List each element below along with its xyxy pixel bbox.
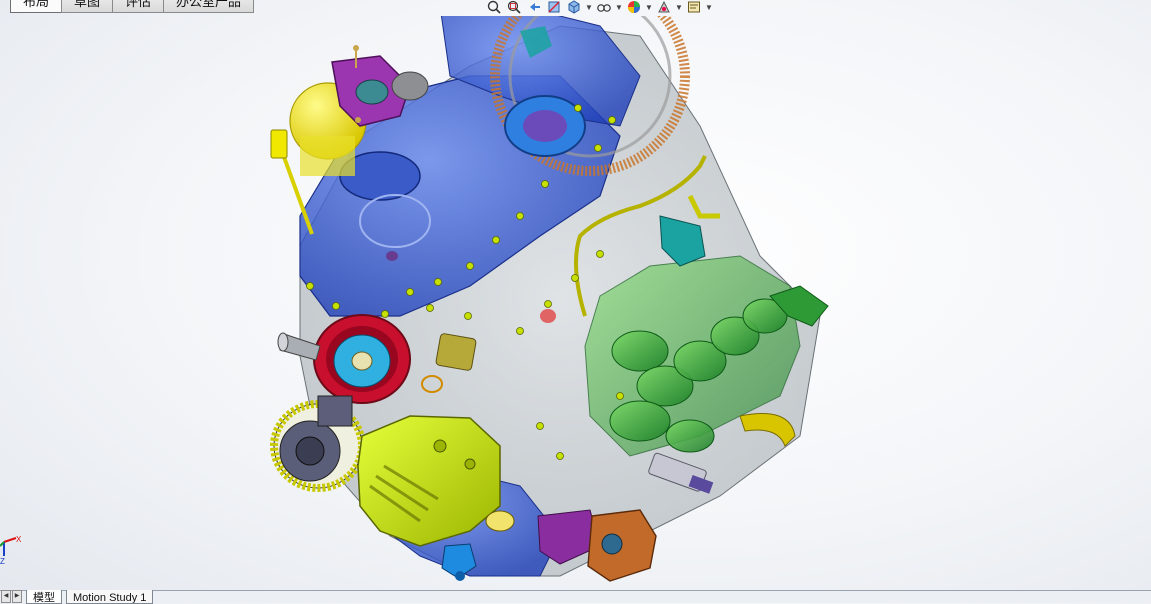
chevron-down-icon[interactable]: ▼ [585, 0, 593, 15]
engine-assembly-model[interactable] [0, 16, 1151, 590]
tab-office-products[interactable]: 办公室产品 [163, 0, 255, 13]
view-settings-icon[interactable] [685, 0, 703, 15]
chevron-down-icon[interactable]: ▼ [705, 0, 713, 15]
scroll-left-icon[interactable]: ◀ [1, 590, 11, 603]
command-manager-tabs: 布局 草图 评估 办公室产品 [0, 0, 255, 13]
section-view-icon[interactable] [545, 0, 563, 15]
bottom-tab-bar [0, 590, 1151, 603]
triad-z-label: Z [0, 557, 5, 566]
edit-appearance-icon[interactable] [625, 0, 643, 15]
apply-scene-icon[interactable] [655, 0, 673, 15]
heads-up-view-toolbar: ▼ ▼ ▼ ▼ ▼ [485, 0, 713, 16]
triad-x-label: X [16, 535, 22, 544]
tab-scroll-arrows: ◀ ▶ [1, 590, 22, 603]
tab-sketch[interactable]: 草图 [61, 0, 114, 13]
chevron-down-icon[interactable]: ▼ [675, 0, 683, 15]
zoom-to-fit-icon[interactable] [485, 0, 503, 15]
view-orientation-icon[interactable] [565, 0, 583, 15]
chevron-down-icon[interactable]: ▼ [645, 0, 653, 15]
reference-triad: X Z [0, 528, 26, 568]
previous-view-icon[interactable] [525, 0, 543, 15]
tab-layout[interactable]: 布局 [10, 0, 63, 13]
tab-evaluate[interactable]: 评估 [112, 0, 165, 13]
graphics-area[interactable] [0, 16, 1151, 590]
chevron-down-icon[interactable]: ▼ [615, 0, 623, 15]
zoom-area-icon[interactable] [505, 0, 523, 15]
display-style-icon[interactable] [595, 0, 613, 15]
scroll-right-icon[interactable]: ▶ [12, 590, 22, 603]
